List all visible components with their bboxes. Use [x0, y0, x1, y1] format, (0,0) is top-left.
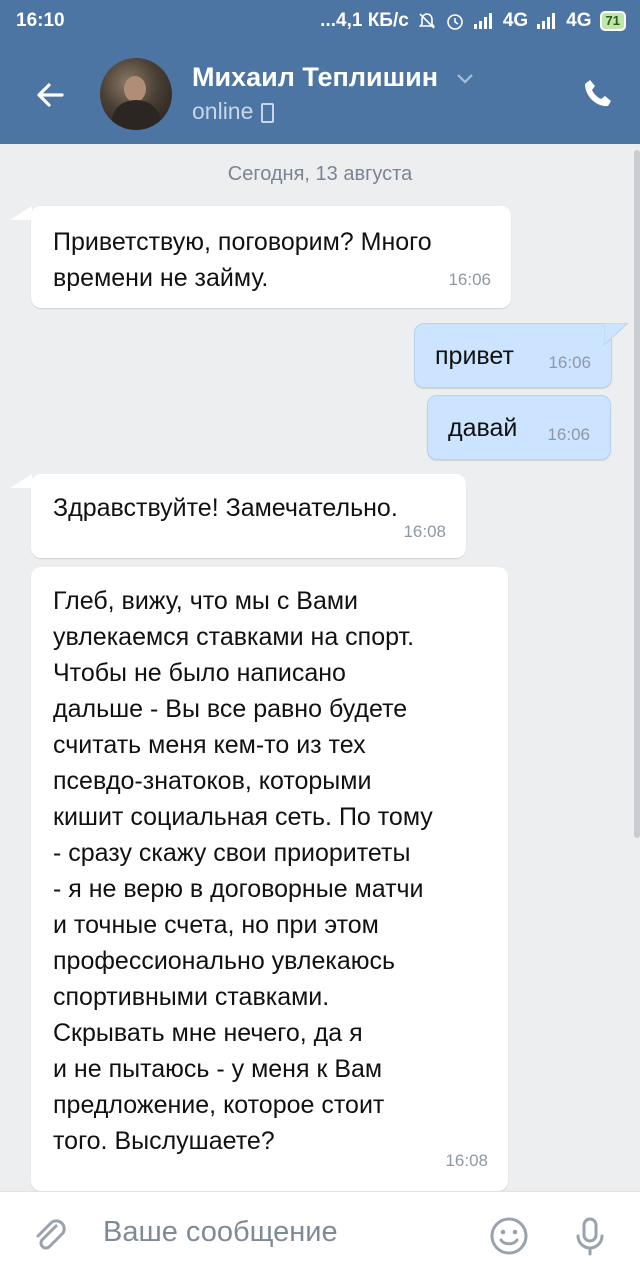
message-time: 16:08 [403, 522, 446, 541]
message-time: 16:08 [445, 1151, 488, 1170]
bubble-tail [604, 323, 629, 346]
network-type-1: 4G [502, 10, 529, 31]
smile-icon[interactable] [487, 1214, 531, 1258]
scrollbar[interactable] [634, 150, 640, 838]
back-arrow-icon[interactable] [32, 77, 68, 113]
message-bubble-incoming[interactable]: Приветствую, поговорим? Много времени не… [31, 206, 511, 308]
contact-name[interactable]: Михаил Теплишин [192, 62, 474, 93]
message-composer: Ваше сообщение [0, 1191, 640, 1280]
presence-status: online [192, 98, 275, 125]
message-bubble-outgoing[interactable]: давай 16:06 [427, 395, 611, 460]
paperclip-icon[interactable] [28, 1214, 72, 1258]
status-indicators: ...4,1 КБ/с 4G 4G 71 [320, 10, 626, 32]
message-bubble-outgoing[interactable]: привет 16:06 [414, 323, 612, 388]
message-text: Глеб, вижу, что мы с Вами увлекаемся ста… [53, 587, 433, 1155]
battery-icon: 71 [599, 11, 626, 31]
avatar[interactable] [100, 58, 172, 130]
bubble-tail [10, 474, 32, 488]
message-time: 16:06 [548, 353, 591, 372]
phone-icon[interactable] [580, 76, 616, 112]
message-time: 16:06 [448, 270, 491, 289]
mute-bell-icon [418, 13, 435, 29]
signal-icon-2 [537, 13, 556, 29]
contact-name-text: Михаил Теплишин [192, 62, 439, 92]
microphone-icon[interactable] [568, 1214, 612, 1258]
message-text: Приветствую, поговорим? Много времени не… [53, 228, 432, 292]
status-time: 16:10 [16, 10, 65, 31]
signal-icon [473, 13, 492, 29]
network-speed: ...4,1 КБ/с [320, 10, 409, 31]
network-type-2: 4G [566, 10, 592, 31]
message-text: Здравствуйте! Замечательно. [53, 494, 398, 522]
message-bubble-incoming[interactable]: Здравствуйте! Замечательно. 16:08 [31, 474, 466, 558]
chat-header: Михаил Теплишин online [0, 44, 640, 144]
status-bar: 16:10 ...4,1 КБ/с 4G 4G 71 [0, 0, 640, 44]
message-text: давай [448, 414, 518, 442]
message-bubble-incoming[interactable]: Глеб, вижу, что мы с Вами увлекаемся ста… [31, 567, 508, 1191]
date-separator: Сегодня, 13 августа [227, 163, 413, 185]
presence-text: online [192, 98, 254, 124]
alarm-icon [447, 14, 463, 30]
message-input[interactable]: Ваше сообщение [103, 1216, 338, 1249]
message-text: привет [435, 342, 514, 370]
avatar-body [112, 100, 160, 130]
message-time: 16:06 [547, 425, 590, 444]
chevron-down-icon [456, 74, 473, 84]
avatar-face [124, 76, 146, 102]
bubble-tail [10, 206, 32, 220]
mobile-device-icon [261, 102, 275, 123]
